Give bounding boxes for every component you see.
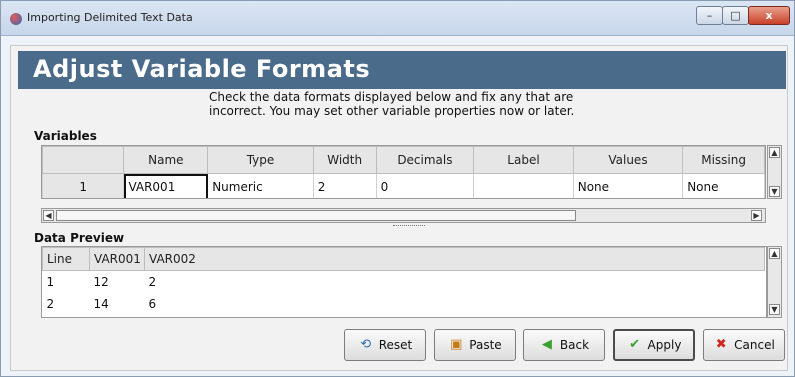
cancel-button-label: Cancel [734, 338, 775, 352]
preview-cell: 2 [148, 275, 157, 289]
table-row: 1 VAR001 Numeric 2 0 None None [42, 173, 765, 198]
scroll-down-arrow-icon[interactable]: ▼ [769, 304, 780, 315]
checkmark-icon: ✔ [629, 337, 640, 352]
app-icon [10, 13, 22, 25]
preview-column-header-var002: VAR002 [144, 247, 765, 271]
preview-header-row: Line VAR001 VAR002 [42, 247, 765, 271]
paste-button-label: Paste [469, 338, 502, 352]
reset-button[interactable]: ⟲ Reset [344, 329, 426, 361]
page-title: Adjust Variable Formats [33, 55, 371, 83]
preview-row: 1 12 2 [43, 271, 765, 294]
cell-label[interactable] [473, 173, 574, 198]
cell-values[interactable]: None [572, 173, 684, 198]
cell-type[interactable]: Numeric [207, 173, 314, 198]
scroll-left-arrow-icon[interactable]: ◀ [43, 210, 54, 221]
cell-missing[interactable]: None [682, 173, 765, 198]
minimize-button[interactable]: – [696, 6, 723, 25]
import-dialog-window: Importing Delimited Text Data – □ x Adju… [0, 0, 795, 377]
column-header-missing[interactable]: Missing [682, 146, 765, 174]
maximize-button[interactable]: □ [722, 6, 749, 25]
column-header-values[interactable]: Values [572, 146, 684, 174]
pane-splitter-handle[interactable] [393, 225, 425, 229]
scroll-right-arrow-icon[interactable]: ▶ [751, 210, 762, 221]
preview-column-header-line: Line [42, 247, 90, 271]
cell-name[interactable]: VAR001 [123, 173, 209, 198]
data-preview-section-label: Data Preview [34, 231, 125, 245]
row-header-1[interactable]: 1 [42, 173, 125, 198]
cancel-x-icon: ✖ [715, 337, 727, 352]
apply-button-label: Apply [647, 338, 682, 352]
back-arrow-icon: ◀ [541, 337, 552, 352]
close-button[interactable]: x [748, 6, 790, 25]
back-button[interactable]: ◀ Back [523, 329, 605, 361]
paste-button[interactable]: ▣ Paste [434, 329, 516, 361]
preview-row: 2 14 6 [43, 293, 765, 315]
scroll-up-arrow-icon[interactable]: ▲ [769, 147, 780, 158]
variables-grid: Name Type Width Decimals Label Values Mi… [41, 145, 766, 199]
preview-cell: 1 [46, 275, 55, 289]
preview-column-header-var001: VAR001 [89, 247, 145, 271]
data-preview-grid: Line VAR001 VAR002 1 12 2 2 14 6 [41, 246, 767, 318]
column-header-name[interactable]: Name [123, 146, 209, 174]
cell-width[interactable]: 2 [312, 173, 377, 198]
preview-vertical-scrollbar[interactable]: ▲ ▼ [767, 246, 782, 318]
scroll-up-arrow-icon[interactable]: ▲ [769, 248, 780, 259]
variables-horizontal-scrollbar[interactable]: ◀ ▶ [41, 208, 766, 223]
instructions-text: Check the data formats displayed below a… [209, 90, 575, 118]
title-bar[interactable]: Importing Delimited Text Data – □ x [1, 1, 794, 36]
preview-cell: 12 [93, 275, 109, 289]
column-header-label[interactable]: Label [473, 146, 574, 174]
paste-icon: ▣ [450, 337, 463, 352]
back-button-label: Back [559, 338, 590, 352]
column-header-decimals[interactable]: Decimals [375, 146, 475, 174]
horizontal-scroll-thumb[interactable] [56, 210, 576, 221]
reset-button-label: Reset [378, 338, 413, 352]
variables-header-row: Name Type Width Decimals Label Values Mi… [42, 146, 765, 174]
variables-vertical-scrollbar[interactable]: ▲ ▼ [767, 145, 782, 199]
variables-section-label: Variables [34, 129, 97, 143]
scroll-down-arrow-icon[interactable]: ▼ [769, 186, 780, 197]
apply-button[interactable]: ✔ Apply [613, 329, 695, 361]
preview-cell: 2 [46, 297, 55, 311]
corner-header-cell [42, 146, 125, 174]
preview-cell: 14 [93, 297, 109, 311]
preview-cell: 6 [148, 297, 157, 311]
cell-decimals[interactable]: 0 [375, 173, 475, 198]
window-title: Importing Delimited Text Data [27, 11, 193, 24]
column-header-type[interactable]: Type [207, 146, 314, 174]
column-header-width[interactable]: Width [312, 146, 377, 174]
cancel-button[interactable]: ✖ Cancel [703, 329, 785, 361]
reset-icon: ⟲ [360, 337, 372, 352]
